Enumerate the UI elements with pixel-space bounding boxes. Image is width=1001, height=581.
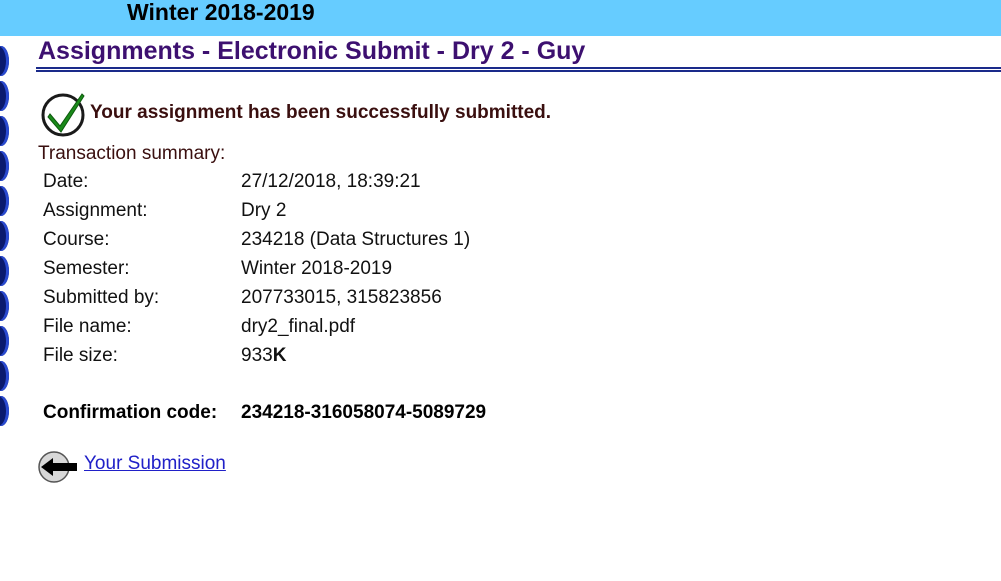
binder-ring <box>0 151 9 181</box>
file-size-label: File size: <box>43 345 118 366</box>
semester-label: Semester: <box>43 258 130 279</box>
file-name-label: File name: <box>43 316 132 337</box>
summary-heading: Transaction summary: <box>38 143 226 164</box>
submitted-by-label: Submitted by: <box>43 287 160 308</box>
course-label: Course: <box>43 229 110 250</box>
back-arrow-icon[interactable] <box>37 450 79 484</box>
semester-value: Winter 2018-2019 <box>241 258 393 279</box>
top-header-bar: Winter 2018-2019 <box>0 0 1001 36</box>
binder-ring <box>0 396 9 426</box>
file-name-value: dry2_final.pdf <box>241 316 356 337</box>
binder-ring <box>0 116 9 146</box>
binder-ring <box>0 361 9 391</box>
title-divider <box>36 67 1001 69</box>
binder-ring <box>0 256 9 286</box>
assignment-value: Dry 2 <box>241 200 287 221</box>
file-size-unit: K <box>272 345 287 366</box>
confirmation-code: 234218-316058074-5089729 <box>241 402 487 423</box>
page-title: Assignments - Electronic Submit - Dry 2 … <box>38 37 586 65</box>
date-value: 27/12/2018, 18:39:21 <box>241 171 421 192</box>
binder-ring <box>0 221 9 251</box>
checkmark-icon <box>41 93 85 137</box>
binder-ring <box>0 186 9 216</box>
confirmation-label: Confirmation code: <box>43 402 218 423</box>
file-size-number: 933 <box>241 345 273 366</box>
title-divider <box>36 70 1001 72</box>
file-size-value: 933K <box>241 345 286 367</box>
binder-ring <box>0 46 9 76</box>
success-message: Your assignment has been successfully su… <box>90 102 552 123</box>
term-title: Winter 2018-2019 <box>127 0 315 25</box>
binder-ring <box>0 291 9 321</box>
left-binding-strip <box>0 36 12 581</box>
binder-ring <box>0 326 9 356</box>
submitted-by-value: 207733015, 315823856 <box>241 287 442 308</box>
date-label: Date: <box>43 171 89 192</box>
binder-ring <box>0 81 9 111</box>
course-value: 234218 (Data Structures 1) <box>241 229 471 250</box>
assignment-label: Assignment: <box>43 200 148 221</box>
your-submission-link[interactable]: Your Submission <box>84 453 226 475</box>
